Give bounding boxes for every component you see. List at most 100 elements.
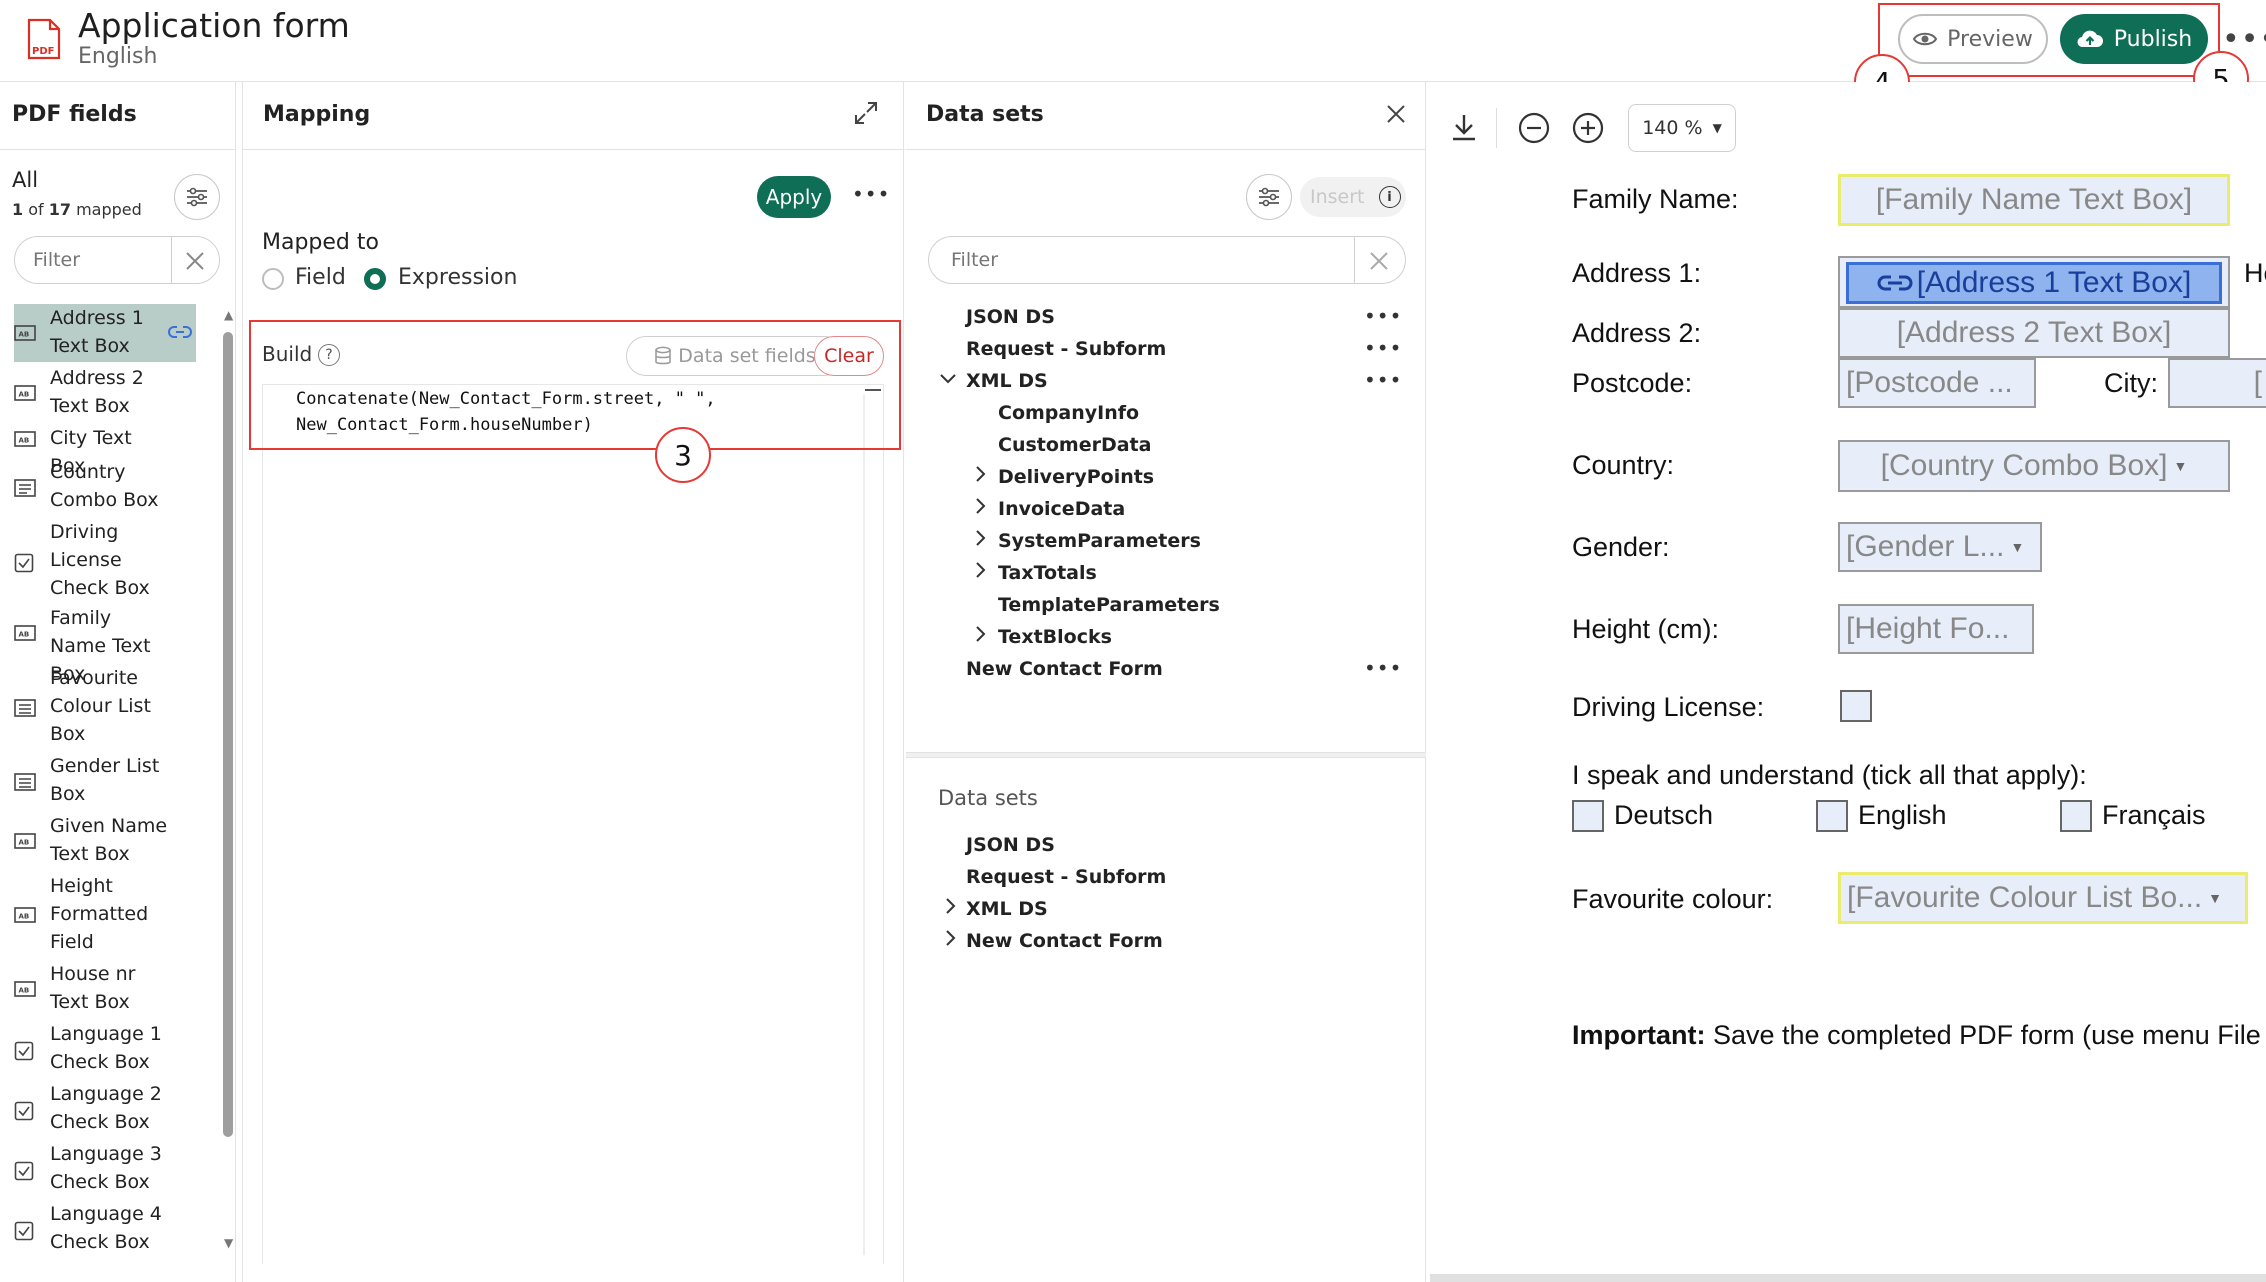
mapping-header: Mapping bbox=[243, 82, 905, 150]
pdf-field-item[interactable]: Driving License Check Box bbox=[14, 518, 196, 604]
data-set-tree-item[interactable]: Request - Subform bbox=[966, 338, 1166, 360]
lower-data-set-tree-item[interactable]: JSON DS bbox=[966, 834, 1055, 856]
pdf-field-item[interactable]: Favourite Colour List Box bbox=[14, 664, 196, 750]
pdf-checkbox-driving-license[interactable] bbox=[1840, 690, 1872, 722]
chevron-right-icon[interactable] bbox=[970, 464, 990, 489]
expression-editor[interactable] bbox=[262, 384, 884, 1264]
data-set-tree-item[interactable]: TaxTotals bbox=[998, 562, 1097, 584]
chevron-right-icon[interactable] bbox=[970, 528, 990, 553]
radio-expression[interactable] bbox=[364, 268, 386, 290]
close-icon[interactable] bbox=[1384, 102, 1408, 126]
expand-icon[interactable] bbox=[853, 100, 879, 126]
zoom-select[interactable]: 140 % ▼ bbox=[1628, 104, 1736, 152]
chevron-right-icon[interactable] bbox=[970, 624, 990, 649]
pdf-field-item[interactable]: AB Given Name Text Box bbox=[14, 812, 196, 870]
pdf-field-gender[interactable]: [Gender L... ▼ bbox=[1838, 522, 2042, 572]
zoom-out-icon[interactable] bbox=[1516, 110, 1552, 146]
pdf-label-english: English bbox=[1858, 800, 1947, 830]
pdf-field-item[interactable]: Language 1 Check Box bbox=[14, 1020, 196, 1078]
pdf-field-item[interactable]: AB House nr Text Box bbox=[14, 960, 196, 1018]
pdf-field-item[interactable]: Language 2 Check Box bbox=[14, 1080, 196, 1138]
filter-settings-button[interactable] bbox=[174, 174, 220, 220]
lower-data-set-tree-item[interactable]: Request - Subform bbox=[966, 866, 1166, 888]
pdf-field-family-name[interactable]: [Family Name Text Box] bbox=[1838, 174, 2230, 226]
pdf-field-item[interactable]: Language 4 Check Box bbox=[14, 1200, 196, 1258]
tree-item-more-icon[interactable]: ••• bbox=[1364, 656, 1402, 680]
lower-data-set-tree-item[interactable]: New Contact Form bbox=[966, 930, 1163, 952]
radio-field[interactable] bbox=[262, 268, 284, 290]
text-box-icon: AB bbox=[14, 833, 36, 853]
list-box-icon bbox=[14, 699, 36, 721]
data-set-tree-item[interactable]: TemplateParameters bbox=[998, 594, 1220, 616]
apply-button[interactable]: Apply bbox=[757, 176, 831, 218]
datasets-settings-button[interactable] bbox=[1246, 174, 1292, 220]
pdf-field-address-2[interactable]: [Address 2 Text Box] bbox=[1838, 308, 2230, 358]
pdf-checkbox-francais[interactable] bbox=[2060, 800, 2092, 832]
pdf-field-item[interactable]: AB Height Formatted Field bbox=[14, 872, 196, 958]
pdf-field-item[interactable]: Language 3 Check Box bbox=[14, 1140, 196, 1198]
pdf-label-city: City: bbox=[2104, 368, 2158, 398]
chevron-right-icon[interactable] bbox=[940, 928, 960, 953]
scroll-down-icon[interactable]: ▼ bbox=[224, 1236, 233, 1250]
pdf-field-height[interactable]: [Height Fo... bbox=[1838, 604, 2034, 654]
pdf-checkbox-deutsch[interactable] bbox=[1572, 800, 1604, 832]
annotation-number-3: 3 bbox=[655, 427, 711, 483]
data-set-tree-item[interactable]: New Contact Form bbox=[966, 658, 1163, 680]
panel-splitter[interactable] bbox=[906, 752, 1426, 758]
pdf-field-item[interactable]: Gender List Box bbox=[14, 752, 196, 810]
data-set-tree-item[interactable]: CompanyInfo bbox=[998, 402, 1139, 424]
pdf-field-item-label: Address 1 Text Box bbox=[50, 307, 144, 357]
pdf-field-item[interactable]: AB Family Name Text Box bbox=[14, 604, 196, 685]
data-set-tree-item[interactable]: JSON DS bbox=[966, 306, 1055, 328]
pdf-checkbox-english[interactable] bbox=[1816, 800, 1848, 832]
pdf-field-favourite-colour[interactable]: [Favourite Colour List Bo... ▼ bbox=[1838, 872, 2248, 924]
clear-filter-icon[interactable] bbox=[1367, 249, 1391, 273]
pdf-field-item[interactable]: AB Address 1 Text Box bbox=[14, 304, 196, 362]
data-set-tree-item[interactable]: DeliveryPoints bbox=[998, 466, 1154, 488]
info-icon[interactable]: i bbox=[1378, 186, 1401, 208]
data-set-tree-item[interactable]: TextBlocks bbox=[998, 626, 1112, 648]
combo-box-icon bbox=[14, 479, 36, 501]
tree-item-more-icon[interactable]: ••• bbox=[1364, 304, 1402, 328]
check-box-icon bbox=[14, 1041, 36, 1065]
text-box-icon: AB bbox=[14, 907, 36, 927]
tree-item-more-icon[interactable]: ••• bbox=[1364, 368, 1402, 392]
data-set-tree-item[interactable]: XML DS bbox=[966, 370, 1048, 392]
mapped-count-text: 1 of 17 mapped bbox=[12, 200, 142, 219]
scroll-up-icon[interactable]: ▲ bbox=[224, 308, 233, 322]
radio-field-label: Field bbox=[295, 265, 346, 290]
data-set-tree-item[interactable]: SystemParameters bbox=[998, 530, 1201, 552]
chevron-right-icon[interactable] bbox=[970, 560, 990, 585]
pdf-important-text: Save the completed PDF form (use menu Fi… bbox=[1705, 1020, 2261, 1050]
download-icon[interactable] bbox=[1446, 110, 1482, 146]
fields-scrollbar-thumb[interactable] bbox=[223, 332, 233, 1137]
data-set-tree-item[interactable]: InvoiceData bbox=[998, 498, 1125, 520]
zoom-in-icon[interactable] bbox=[1570, 110, 1606, 146]
pdf-field-address-1[interactable]: [Address 1 Text Box] bbox=[1846, 262, 2222, 304]
fields-filter-input[interactable] bbox=[33, 245, 173, 275]
preview-horizontal-scrollbar[interactable] bbox=[1430, 1274, 2266, 1282]
chevron-right-icon[interactable] bbox=[940, 896, 960, 921]
pdf-field-postcode[interactable]: [Postcode ... bbox=[1838, 358, 2036, 408]
clear-filter-icon[interactable] bbox=[183, 249, 207, 273]
pdf-label-family-name: Family Name: bbox=[1572, 184, 1739, 214]
chevron-down-icon[interactable] bbox=[938, 368, 958, 393]
pdf-field-item-label: House nr Text Box bbox=[50, 963, 136, 1013]
mapping-more-icon[interactable]: ••• bbox=[852, 182, 890, 206]
insert-button[interactable]: Insert i bbox=[1300, 177, 1406, 217]
pdf-field-item[interactable]: Country Combo Box bbox=[14, 458, 196, 516]
pdf-field-item[interactable]: AB Address 2 Text Box bbox=[14, 364, 196, 422]
link-icon bbox=[1877, 275, 1913, 291]
page-subtitle-language: English bbox=[78, 44, 158, 69]
lower-data-set-tree-item[interactable]: XML DS bbox=[966, 898, 1048, 920]
svg-text:AB: AB bbox=[19, 987, 30, 995]
datasets-filter-input[interactable] bbox=[951, 245, 1351, 275]
data-set-tree-item[interactable]: CustomerData bbox=[998, 434, 1151, 456]
pdf-field-city[interactable]: [ bbox=[2168, 358, 2266, 408]
pdf-field-item-label: Language 3 Check Box bbox=[50, 1143, 162, 1193]
pdf-field-item[interactable]: AB City Text Box bbox=[14, 424, 196, 477]
tree-item-more-icon[interactable]: ••• bbox=[1364, 336, 1402, 360]
filter-divider bbox=[171, 237, 172, 283]
chevron-right-icon[interactable] bbox=[970, 496, 990, 521]
pdf-field-country[interactable]: [Country Combo Box] ▼ bbox=[1838, 440, 2230, 492]
